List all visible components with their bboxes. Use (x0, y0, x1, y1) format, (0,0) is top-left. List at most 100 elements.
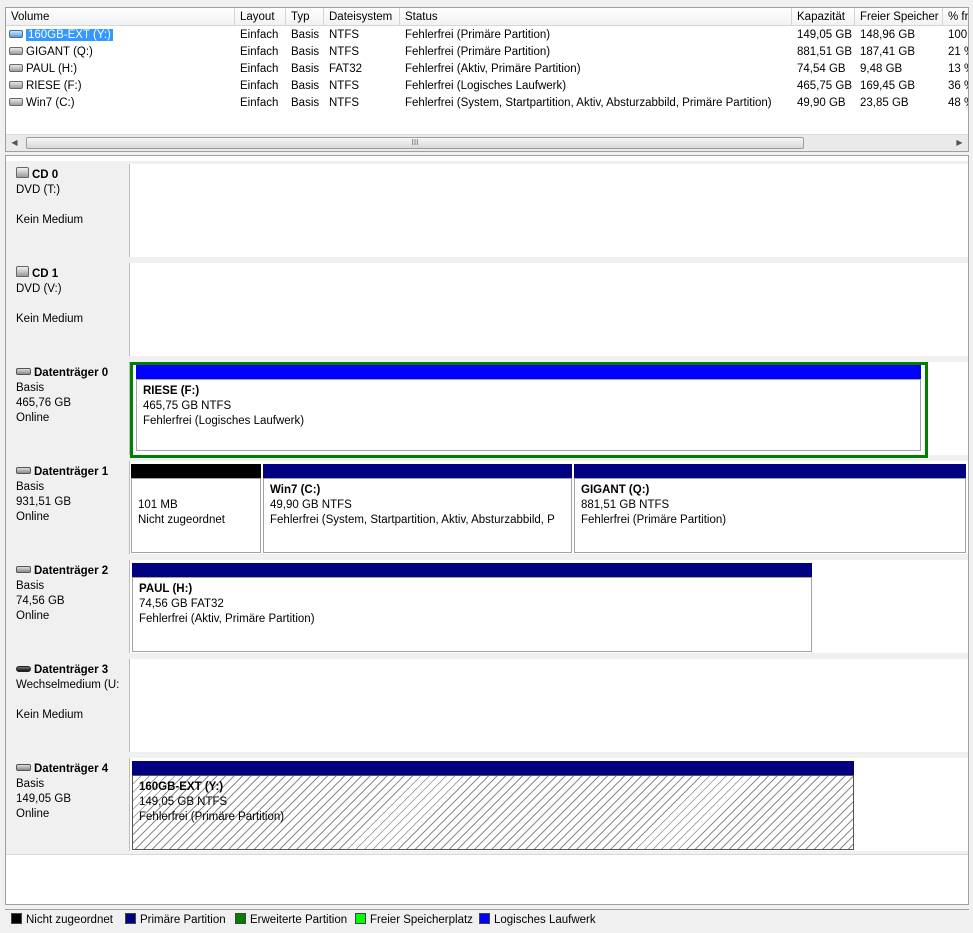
partition-name: GIGANT (Q:) (581, 484, 650, 496)
partition-unallocated[interactable]: 101 MB Nicht zugeordnet (131, 464, 261, 553)
legend-swatch (125, 913, 136, 924)
legend-swatch (355, 913, 366, 924)
column-header-filesystem[interactable]: Dateisystem (324, 8, 400, 26)
scrollbar-thumb[interactable]: III (26, 137, 804, 149)
volume-capacity: 149,05 GB (797, 29, 852, 41)
disk-name: Datenträger 1 (34, 466, 109, 478)
legend-item-extended: Erweiterte Partition (235, 913, 347, 927)
partition-size: 465,75 GB NTFS (143, 400, 232, 412)
partition-status: Fehlerfrei (Aktiv, Primäre Partition) (139, 613, 315, 625)
volume-percent-free: 48 % (948, 97, 968, 109)
column-header-status[interactable]: Status (400, 8, 792, 26)
partition-size: 101 MB (138, 499, 178, 511)
volume-row[interactable]: GIGANT (Q:) Einfach Basis NTFS Fehlerfre… (6, 44, 968, 61)
column-header-free-space[interactable]: Freier Speicher (855, 8, 943, 26)
disk-info[interactable]: CD 0 DVD (T:) Kein Medium (9, 164, 130, 257)
hard-disk-icon (16, 467, 31, 475)
volume-filesystem: NTFS (329, 29, 360, 41)
scroll-right-arrow-icon[interactable]: ▶ (951, 135, 968, 151)
volume-layout: Einfach (240, 63, 279, 75)
disk-row-disk3[interactable]: Datenträger 3 Wechselmedium (U: Kein Med… (6, 656, 968, 756)
volume-type: Basis (291, 29, 320, 41)
volume-list-header: Volume Layout Typ Dateisystem Status Kap… (6, 8, 968, 26)
volume-free-space: 23,85 GB (860, 97, 909, 109)
volume-row[interactable]: PAUL (H:) Einfach Basis FAT32 Fehlerfrei… (6, 61, 968, 78)
volume-name: 160GB-EXT (Y:) (26, 29, 113, 41)
volume-row[interactable]: 160GB-EXT (Y:) Einfach Basis NTFS Fehler… (6, 27, 968, 44)
column-header-type[interactable]: Typ (286, 8, 324, 26)
disk-detail: Online (16, 808, 50, 820)
partition-win7[interactable]: Win7 (C:) 49,90 GB NTFS Fehlerfrei (Syst… (263, 464, 572, 553)
partition-status: Fehlerfrei (Primäre Partition) (581, 514, 727, 526)
disk-detail: Basis (16, 580, 45, 592)
disk-area (130, 659, 968, 752)
partition-size: 49,90 GB NTFS (270, 499, 352, 511)
disk-info[interactable]: Datenträger 2 Basis 74,56 GB Online (9, 560, 130, 653)
volume-row[interactable]: RIESE (F:) Einfach Basis NTFS Fehlerfrei… (6, 78, 968, 95)
volume-free-space: 148,96 GB (860, 29, 915, 41)
volume-list[interactable]: Volume Layout Typ Dateisystem Status Kap… (5, 7, 969, 152)
disk-detail: Wechselmedium (U: (16, 679, 120, 691)
volume-capacity: 881,51 GB (797, 46, 852, 58)
disk-row-disk2[interactable]: Datenträger 2 Basis 74,56 GB Online PAUL… (6, 557, 968, 657)
partition-name: 160GB-EXT (Y:) (139, 781, 224, 793)
partition-paul[interactable]: PAUL (H:) 74,56 GB FAT32 Fehlerfrei (Akt… (132, 563, 812, 652)
column-header-capacity[interactable]: Kapazität (792, 8, 855, 26)
drive-icon (9, 63, 23, 72)
volume-layout: Einfach (240, 97, 279, 109)
disk-detail: Kein Medium (16, 313, 84, 325)
volume-status: Fehlerfrei (Logisches Laufwerk) (405, 80, 567, 92)
partition-160gb-ext-selected[interactable]: 160GB-EXT (Y:) 149,05 GB NTFS Fehlerfrei… (132, 761, 854, 850)
disk-info[interactable]: Datenträger 4 Basis 149,05 GB Online (9, 758, 130, 851)
volume-filesystem: NTFS (329, 97, 360, 109)
volume-free-space: 9,48 GB (860, 63, 903, 75)
legend: Nicht zugeordnet Primäre Partition Erwei… (5, 909, 969, 929)
disk-row-disk1[interactable]: Datenträger 1 Basis 931,51 GB Online 101… (6, 458, 968, 558)
volume-row[interactable]: Win7 (C:) Einfach Basis NTFS Fehlerfrei … (6, 95, 968, 112)
disk-detail: DVD (V:) (16, 283, 62, 295)
horizontal-scrollbar[interactable]: ◀ III ▶ (6, 134, 968, 151)
disk-detail: DVD (T:) (16, 184, 61, 196)
disk-row-disk0[interactable]: Datenträger 0 Basis 465,76 GB Online RIE… (6, 359, 968, 459)
disk-info[interactable]: Datenträger 0 Basis 465,76 GB Online (9, 362, 130, 455)
disk-info[interactable]: CD 1 DVD (V:) Kein Medium (9, 263, 130, 356)
volume-type: Basis (291, 80, 320, 92)
volume-name: GIGANT (Q:) (26, 46, 93, 58)
disk-detail: Online (16, 610, 50, 622)
disk-name: Datenträger 3 (34, 664, 109, 676)
disk-row-cd1[interactable]: CD 1 DVD (V:) Kein Medium (6, 260, 968, 360)
volume-name: Win7 (C:) (26, 97, 75, 109)
legend-swatch (11, 913, 22, 924)
disk-info[interactable]: Datenträger 1 Basis 931,51 GB Online (9, 461, 130, 554)
disk-row-disk4[interactable]: Datenträger 4 Basis 149,05 GB Online 160… (6, 755, 968, 855)
disk-detail: Kein Medium (16, 709, 84, 721)
disk-area (130, 263, 968, 356)
volume-type: Basis (291, 97, 320, 109)
disk-detail: 149,05 GB (16, 793, 71, 805)
disk-area: 160GB-EXT (Y:) 149,05 GB NTFS Fehlerfrei… (130, 758, 968, 851)
disk-detail: 931,51 GB (16, 496, 71, 508)
disk-detail: Online (16, 412, 50, 424)
column-header-percent-free[interactable]: % fr (943, 8, 968, 26)
disk-area (130, 164, 968, 257)
partition-color-bar (263, 464, 572, 478)
volume-layout: Einfach (240, 29, 279, 41)
disk-row-cd0[interactable]: CD 0 DVD (T:) Kein Medium (6, 161, 968, 261)
column-header-layout[interactable]: Layout (235, 8, 286, 26)
volume-status: Fehlerfrei (Primäre Partition) (405, 46, 551, 58)
column-header-volume[interactable]: Volume (6, 8, 235, 26)
volume-status: Fehlerfrei (System, Startpartition, Akti… (405, 97, 772, 109)
partition-name: RIESE (F:) (143, 385, 200, 397)
disk-info[interactable]: Datenträger 3 Wechselmedium (U: Kein Med… (9, 659, 130, 752)
volume-name: PAUL (H:) (26, 63, 78, 75)
scroll-left-arrow-icon[interactable]: ◀ (6, 135, 23, 151)
disk-detail: Basis (16, 382, 45, 394)
legend-item-free-space: Freier Speicherplatz (355, 913, 473, 927)
partition-gigant[interactable]: GIGANT (Q:) 881,51 GB NTFS Fehlerfrei (P… (574, 464, 966, 553)
hard-disk-icon (16, 566, 31, 574)
partition-status: Nicht zugeordnet (138, 514, 225, 526)
volume-status: Fehlerfrei (Aktiv, Primäre Partition) (405, 63, 581, 75)
partition-riese[interactable]: RIESE (F:) 465,75 GB NTFS Fehlerfrei (Lo… (136, 365, 921, 451)
volume-percent-free: 100 (948, 29, 968, 41)
disk-name: CD 1 (32, 268, 59, 280)
